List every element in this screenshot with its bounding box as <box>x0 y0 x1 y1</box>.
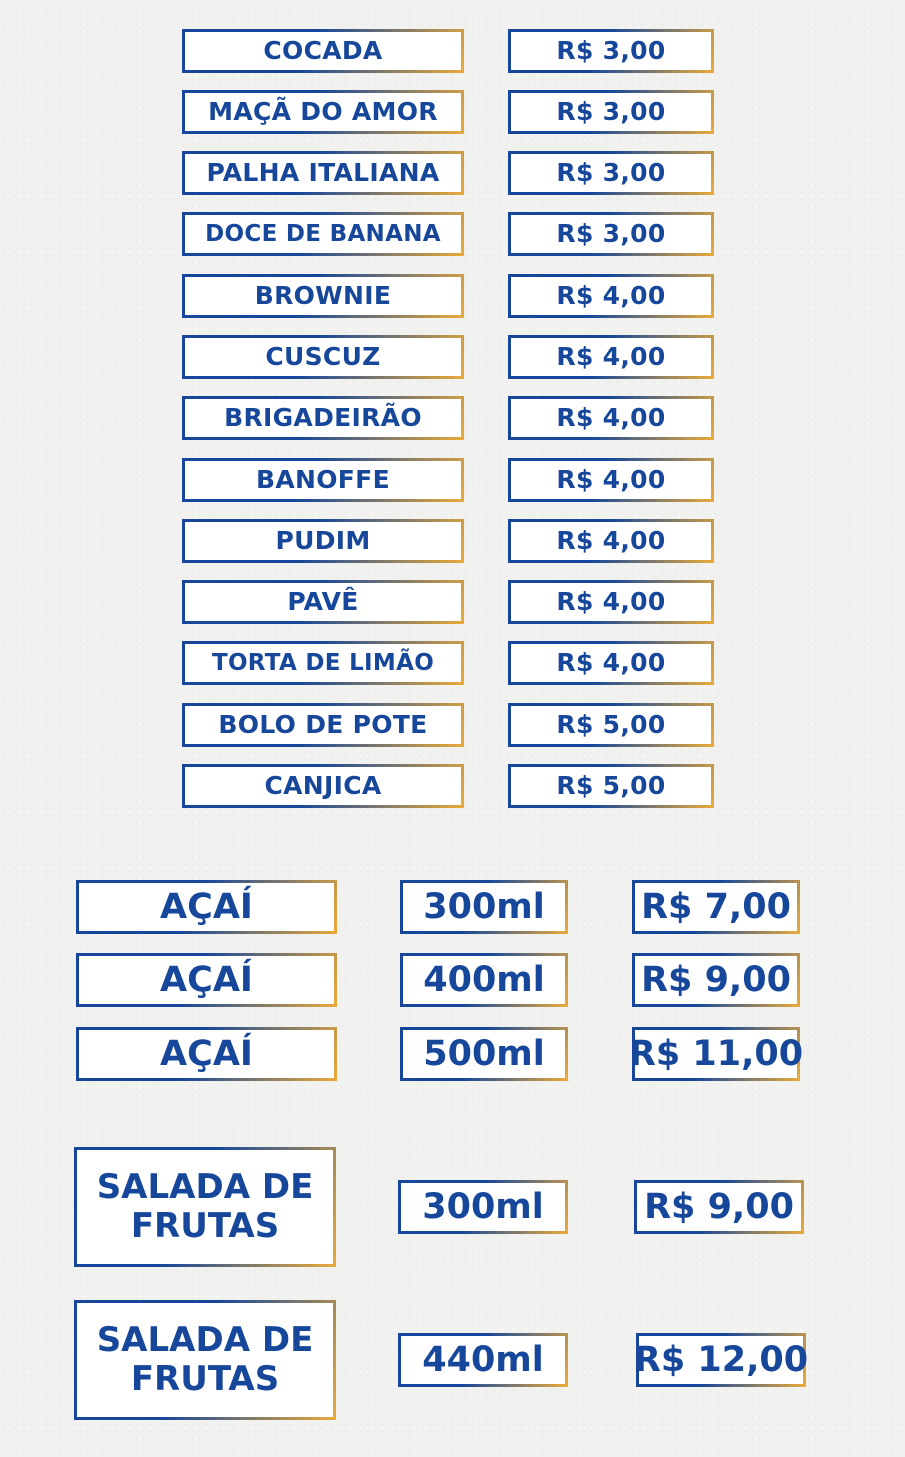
sweet-name: BROWNIE <box>182 274 464 318</box>
sweet-name: CUSCUZ <box>182 335 464 379</box>
acai-price: R$ 9,00 <box>632 953 800 1007</box>
acai-price: R$ 7,00 <box>632 880 800 934</box>
sweet-name: BRIGADEIRÃO <box>182 396 464 440</box>
sweet-name: COCADA <box>182 29 464 73</box>
sweet-price: R$ 5,00 <box>508 703 714 747</box>
sweet-price: R$ 4,00 <box>508 519 714 563</box>
sweet-name: PAVÊ <box>182 580 464 624</box>
salada-price: R$ 12,00 <box>634 1333 808 1387</box>
sweet-name: BOLO DE POTE <box>182 703 464 747</box>
sweet-name: BANOFFE <box>182 458 464 502</box>
salada-price: R$ 9,00 <box>634 1180 804 1234</box>
sweet-price: R$ 3,00 <box>508 90 714 134</box>
acai-name: AÇAÍ <box>76 880 337 934</box>
acai-name: AÇAÍ <box>76 953 337 1007</box>
sweet-price: R$ 4,00 <box>508 580 714 624</box>
sweet-price: R$ 3,00 <box>508 29 714 73</box>
sweet-name: PALHA ITALIANA <box>182 151 464 195</box>
sweet-name: MAÇÃ DO AMOR <box>182 90 464 134</box>
sweet-name: DOCE DE BANANA <box>182 212 464 256</box>
sweet-price: R$ 3,00 <box>508 212 714 256</box>
sweet-price: R$ 4,00 <box>508 396 714 440</box>
salada-size: 300ml <box>398 1180 568 1234</box>
sweet-price: R$ 4,00 <box>508 274 714 318</box>
salada-name: SALADA DE FRUTAS <box>74 1147 336 1267</box>
sweet-name: CANJICA <box>182 764 464 808</box>
acai-size: 500ml <box>400 1027 568 1081</box>
acai-price: R$ 11,00 <box>629 1027 803 1081</box>
acai-size: 300ml <box>400 880 568 934</box>
sweet-price: R$ 4,00 <box>508 641 714 685</box>
salada-size: 440ml <box>398 1333 568 1387</box>
sweet-price: R$ 5,00 <box>508 764 714 808</box>
acai-name: AÇAÍ <box>76 1027 337 1081</box>
sweet-price: R$ 4,00 <box>508 335 714 379</box>
sweet-name: TORTA DE LIMÃO <box>182 641 464 685</box>
sweet-name: PUDIM <box>182 519 464 563</box>
salada-name: SALADA DE FRUTAS <box>74 1300 336 1420</box>
sweet-price: R$ 4,00 <box>508 458 714 502</box>
sweet-price: R$ 3,00 <box>508 151 714 195</box>
acai-size: 400ml <box>400 953 568 1007</box>
